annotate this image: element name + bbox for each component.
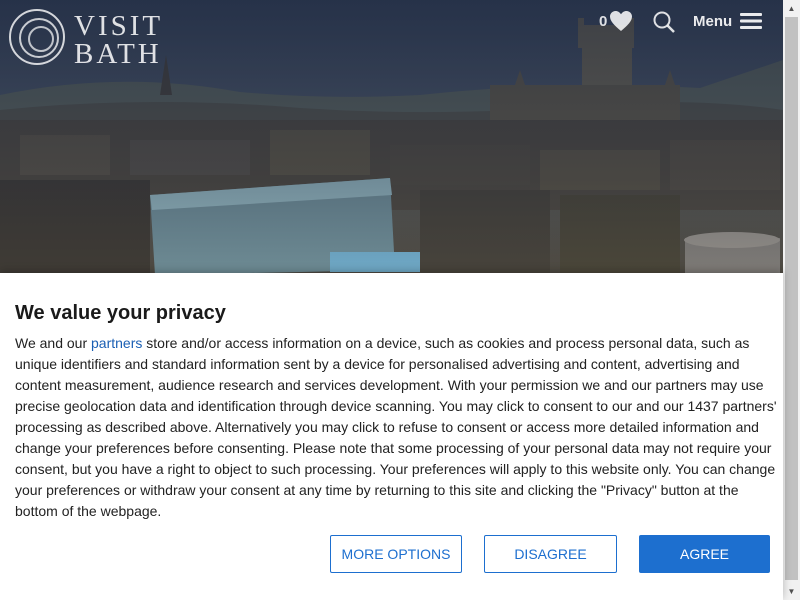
- consent-title: We value your privacy: [15, 302, 226, 324]
- consent-body: We and our partners store and/or access …: [15, 333, 780, 522]
- search-icon[interactable]: [652, 10, 676, 34]
- scroll-down-arrow-icon[interactable]: ▼: [783, 583, 800, 600]
- agree-button[interactable]: AGREE: [639, 535, 770, 573]
- site-logo[interactable]: VISIT BATH: [8, 8, 160, 70]
- hamburger-icon: [740, 13, 763, 29]
- scrollbar-thumb[interactable]: [785, 17, 798, 580]
- page-scrollbar[interactable]: ▲ ▼: [783, 0, 800, 600]
- partners-link[interactable]: partners: [91, 335, 142, 351]
- menu-button[interactable]: Menu: [693, 12, 763, 30]
- heart-icon: [610, 11, 633, 31]
- logo-ring-icon: [9, 9, 65, 65]
- logo-wordmark: VISIT BATH: [74, 10, 164, 70]
- favourites-count: 0: [599, 12, 608, 30]
- more-options-button[interactable]: MORE OPTIONS: [330, 535, 462, 573]
- privacy-consent-banner: We value your privacy We and our partner…: [0, 273, 783, 600]
- disagree-button[interactable]: DISAGREE: [484, 535, 617, 573]
- consent-body-text: store and/or access information on a dev…: [15, 335, 777, 519]
- scroll-up-arrow-icon[interactable]: ▲: [783, 0, 800, 17]
- menu-label: Menu: [693, 12, 733, 30]
- logo-line-visit: VISIT: [74, 10, 164, 42]
- favourites-button[interactable]: 0: [599, 10, 633, 32]
- consent-body-intro: We and our: [15, 335, 92, 351]
- logo-line-bath: BATH: [74, 38, 162, 70]
